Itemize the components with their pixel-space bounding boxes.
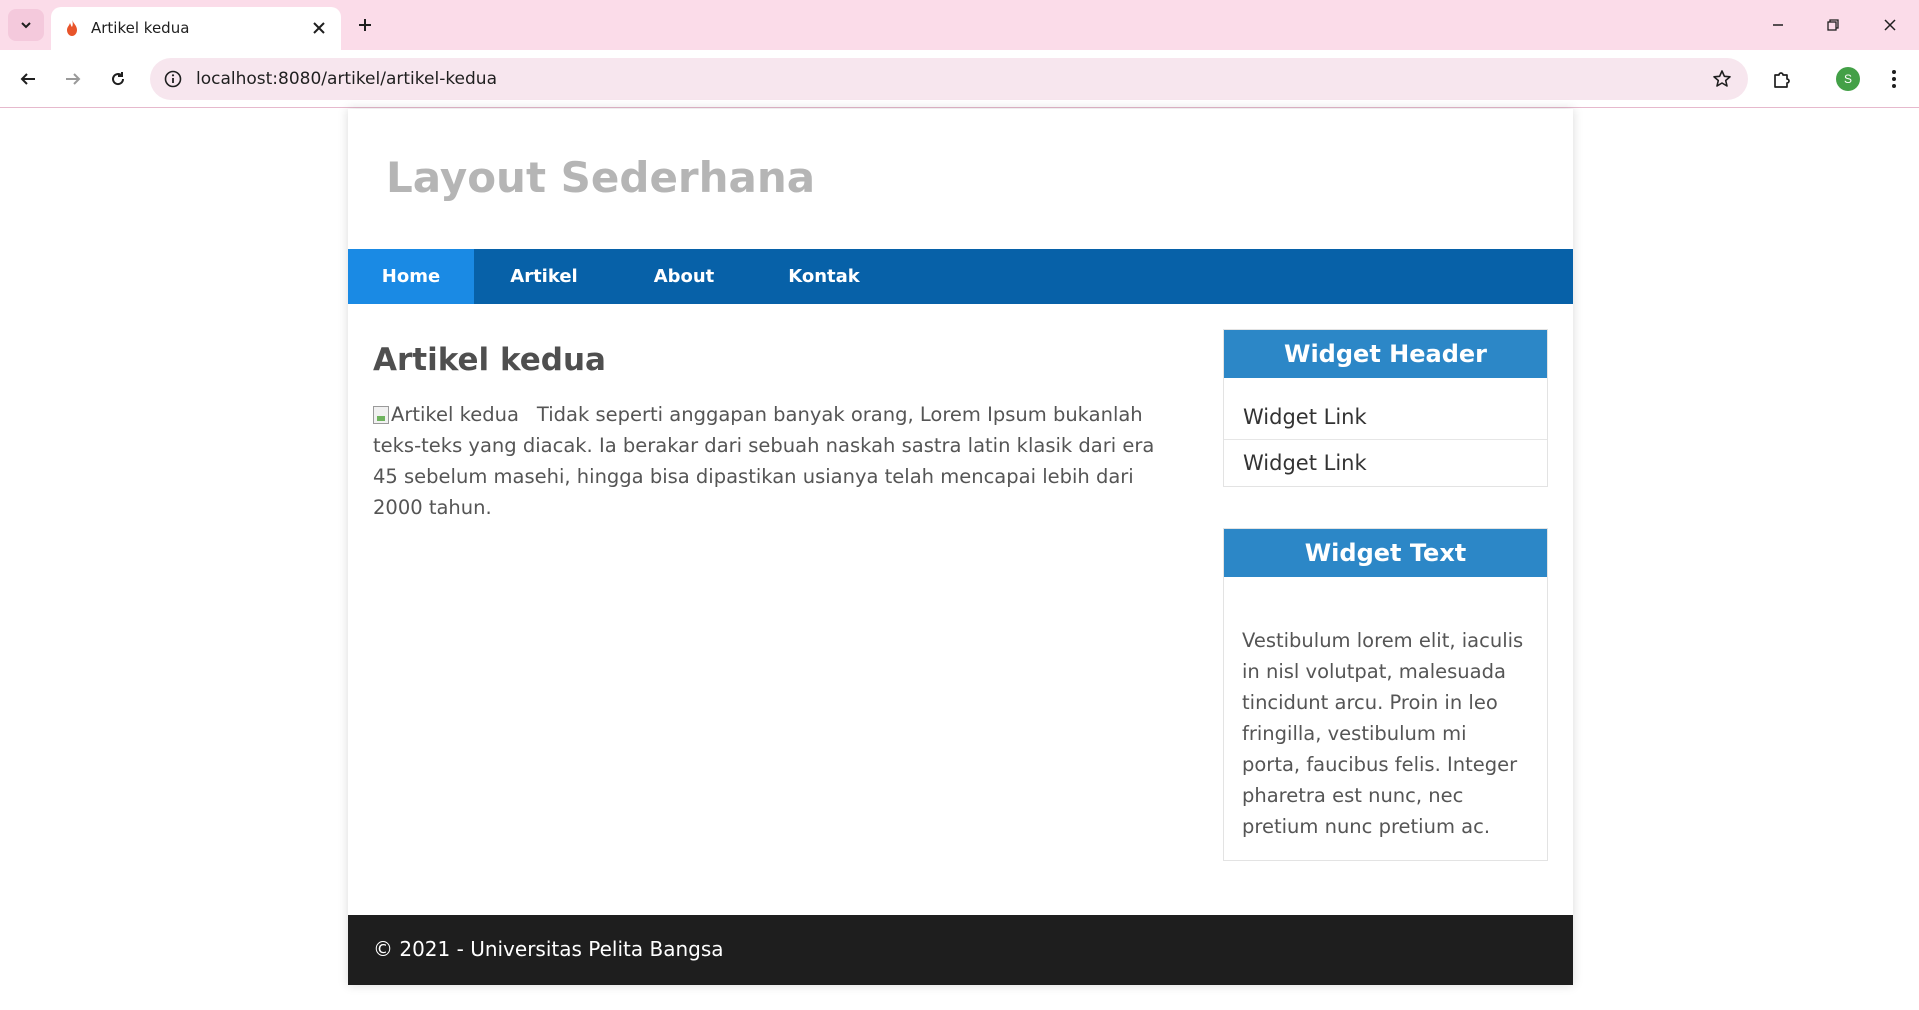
nav-artikel[interactable]: Artikel (474, 249, 614, 304)
article-content: Artikel kedua Tidak seperti anggapan ban… (373, 399, 1173, 523)
article-title: Artikel kedua (373, 342, 606, 378)
widget-text-box: Widget Text Vestibulum lorem elit, iacul… (1223, 528, 1548, 861)
close-window-button[interactable] (1870, 10, 1910, 40)
nav-home[interactable]: Home (348, 249, 474, 304)
browser-menu-button[interactable] (1877, 62, 1911, 96)
tab-title: Artikel kedua (91, 19, 190, 37)
new-tab-button[interactable] (352, 12, 378, 38)
close-icon (313, 22, 325, 34)
address-bar[interactable]: localhost:8080/artikel/artikel-kedua (150, 58, 1748, 100)
widget-header-box: Widget Header Widget Link Widget Link (1223, 329, 1548, 487)
site-info-button[interactable] (162, 68, 184, 90)
back-button[interactable] (11, 62, 45, 96)
widget-header-title: Widget Header (1224, 330, 1547, 378)
reload-icon (112, 72, 125, 86)
close-icon (1884, 19, 1896, 31)
tab-close-button[interactable] (309, 18, 329, 38)
site-title: Layout Sederhana (386, 153, 816, 202)
footer-copyright: © 2021 - Universitas Pelita Bangsa (373, 937, 724, 961)
avatar: S (1836, 67, 1860, 91)
browser-toolbar: localhost:8080/artikel/artikel-kedua S (0, 50, 1919, 108)
browser-tab-active[interactable]: Artikel kedua (51, 7, 341, 50)
site-footer: © 2021 - Universitas Pelita Bangsa (348, 915, 1573, 985)
image-alt-text: Artikel kedua (391, 403, 519, 426)
extensions-button[interactable] (1765, 62, 1799, 96)
main-nav: Home Artikel About Kontak (348, 249, 1573, 304)
forward-button[interactable] (56, 62, 90, 96)
arrow-left-icon (20, 73, 35, 85)
article-image: Artikel kedua (373, 399, 519, 430)
page-container: Layout Sederhana Home Artikel About Kont… (348, 109, 1573, 985)
minimize-button[interactable] (1758, 10, 1798, 40)
widget-text-title: Widget Text (1224, 529, 1547, 577)
info-icon (164, 70, 182, 88)
url-text: localhost:8080/artikel/artikel-kedua (196, 69, 498, 89)
plus-icon (359, 19, 371, 31)
profile-button[interactable]: S (1831, 62, 1865, 96)
arrow-right-icon (66, 73, 81, 85)
broken-image-icon (373, 405, 389, 424)
more-vertical-icon (1892, 70, 1896, 88)
widget-link[interactable]: Widget Link (1224, 394, 1547, 440)
restore-button[interactable] (1813, 10, 1853, 40)
minimize-icon (1773, 24, 1783, 26)
site-header: Layout Sederhana (348, 109, 1573, 249)
page-viewport: Layout Sederhana Home Artikel About Kont… (0, 109, 1919, 1010)
nav-about[interactable]: About (614, 249, 754, 304)
tab-search-button[interactable] (8, 9, 44, 41)
browser-tab-bar: Artikel kedua (0, 0, 1919, 50)
bookmark-button[interactable] (1710, 67, 1734, 91)
widget-text-content: Vestibulum lorem elit, iaculis in nisl v… (1242, 629, 1524, 838)
nav-kontak[interactable]: Kontak (754, 249, 894, 304)
puzzle-icon (1774, 72, 1790, 88)
flame-favicon-icon (67, 20, 77, 36)
widget-link[interactable]: Widget Link (1224, 440, 1547, 486)
restore-icon (1827, 19, 1839, 31)
star-icon (1713, 70, 1731, 87)
chevron-down-icon (21, 22, 31, 29)
reload-button[interactable] (101, 62, 135, 96)
